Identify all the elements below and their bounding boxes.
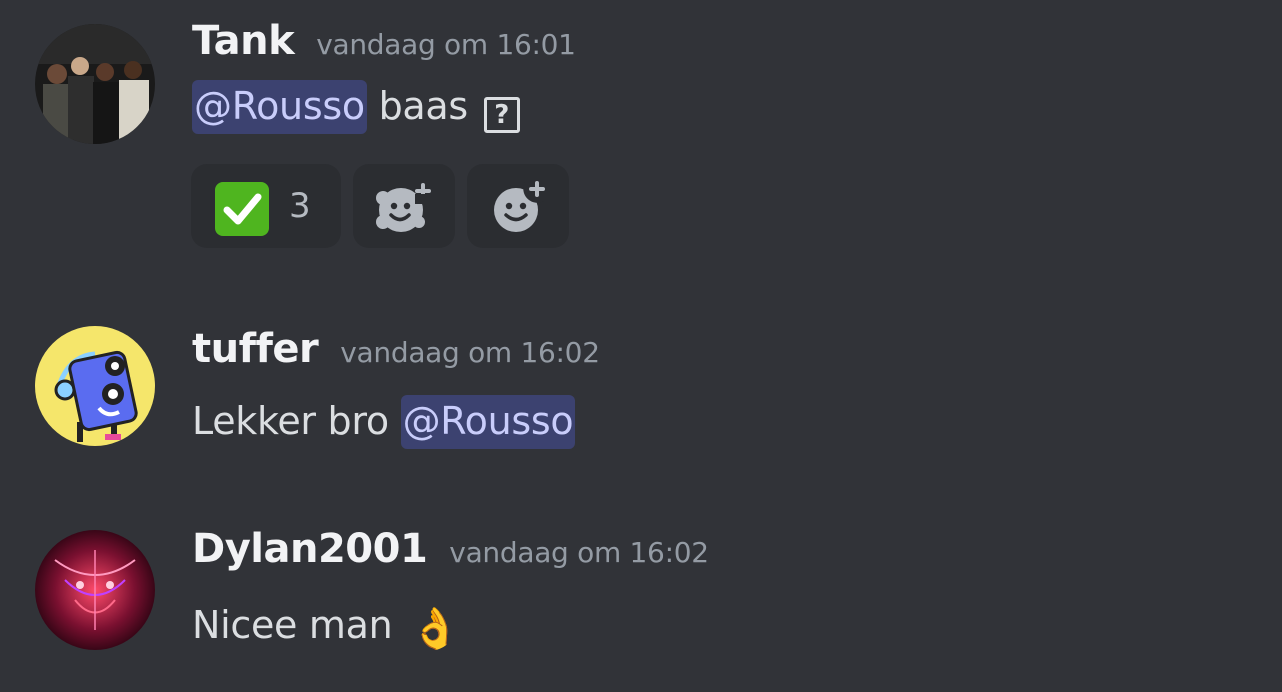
- add-super-reaction-icon: [376, 183, 431, 232]
- user-mention[interactable]: @Rousso: [400, 395, 576, 449]
- ok-hand-emoji: 👌: [410, 606, 460, 652]
- check-mark-icon: [215, 182, 269, 236]
- message-text: Lekker bro: [192, 399, 389, 443]
- avatar[interactable]: [35, 24, 155, 144]
- message-content: Nicee man 👌: [192, 603, 460, 652]
- avatar-image: [35, 326, 155, 446]
- message-dylan2001: Dylan2001 vandaag om 16:02 Nicee man 👌: [0, 500, 1282, 692]
- timestamp: vandaag om 16:02: [340, 336, 600, 369]
- username[interactable]: tuffer: [192, 326, 319, 372]
- avatar[interactable]: [35, 530, 155, 650]
- message-text: baas: [378, 84, 469, 128]
- add-reaction-button[interactable]: [467, 164, 569, 248]
- user-mention[interactable]: @Rousso: [192, 80, 367, 134]
- unknown-emoji-icon: ?: [483, 97, 520, 133]
- avatar-image: [35, 530, 155, 650]
- avatar-image: [35, 24, 155, 144]
- add-super-reaction-button[interactable]: [353, 164, 455, 248]
- message-tank: Tank vandaag om 16:01 @Rousso baas ? 3: [0, 0, 1282, 260]
- username[interactable]: Dylan2001: [192, 526, 428, 572]
- message-content: @Rousso baas ?: [192, 80, 520, 134]
- reaction-count: 3: [289, 186, 311, 226]
- username[interactable]: Tank: [192, 18, 295, 64]
- message-text: Nicee man: [192, 603, 393, 647]
- avatar[interactable]: [35, 326, 155, 446]
- message-header: Tank vandaag om 16:01: [192, 18, 576, 64]
- message-header: Dylan2001 vandaag om 16:02: [192, 526, 709, 572]
- reaction-check-mark[interactable]: 3: [191, 164, 341, 248]
- message-header: tuffer vandaag om 16:02: [192, 326, 600, 372]
- timestamp: vandaag om 16:02: [449, 536, 709, 569]
- message-content: Lekker bro @Rousso: [192, 395, 576, 449]
- add-reaction-icon: [494, 181, 545, 232]
- timestamp: vandaag om 16:01: [316, 28, 576, 61]
- message-tuffer: tuffer vandaag om 16:02 Lekker bro @Rouss…: [0, 300, 1282, 480]
